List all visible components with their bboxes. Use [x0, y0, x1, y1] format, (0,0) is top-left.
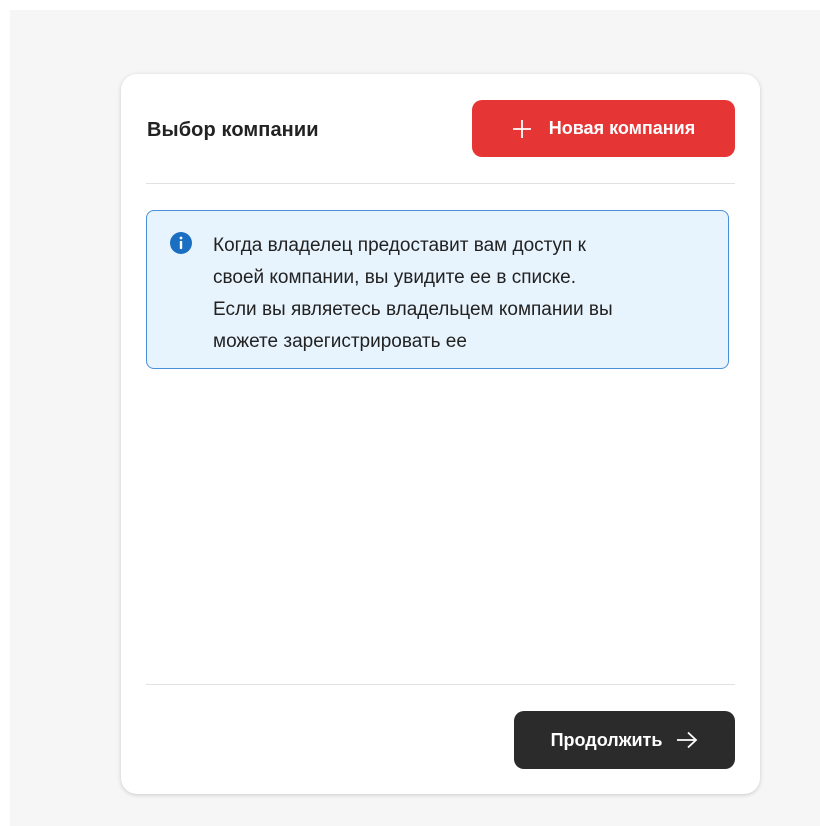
new-company-button[interactable]: Новая компания [472, 100, 735, 157]
plus-icon [512, 119, 531, 138]
footer-divider [146, 684, 735, 685]
info-line: Когда владелец предоставит вам доступ к [213, 235, 586, 256]
card-header: Выбор компании Новая компания [146, 100, 735, 158]
info-notice: Когда владелец предоставит вам доступ к … [146, 210, 729, 369]
continue-button[interactable]: Продолжить [514, 711, 735, 769]
arrow-right-icon [677, 731, 698, 749]
info-line: Если вы являетесь владельцем компании вы [213, 299, 613, 320]
header-divider [146, 183, 735, 184]
new-company-label: Новая компания [548, 118, 696, 138]
card-title: Выбор компании [147, 119, 319, 141]
company-selection-card: Выбор компании Новая компания Когда влад… [121, 74, 760, 794]
info-line: можете зарегистрировать ее [213, 331, 467, 352]
continue-label: Продолжить [550, 729, 663, 750]
info-text: Когда владелец предоставит вам доступ к … [213, 230, 713, 358]
info-icon [170, 232, 192, 254]
info-line: своей компании, вы увидите ее в списке. [213, 267, 577, 288]
page-background: Выбор компании Новая компания Когда влад… [10, 10, 820, 826]
